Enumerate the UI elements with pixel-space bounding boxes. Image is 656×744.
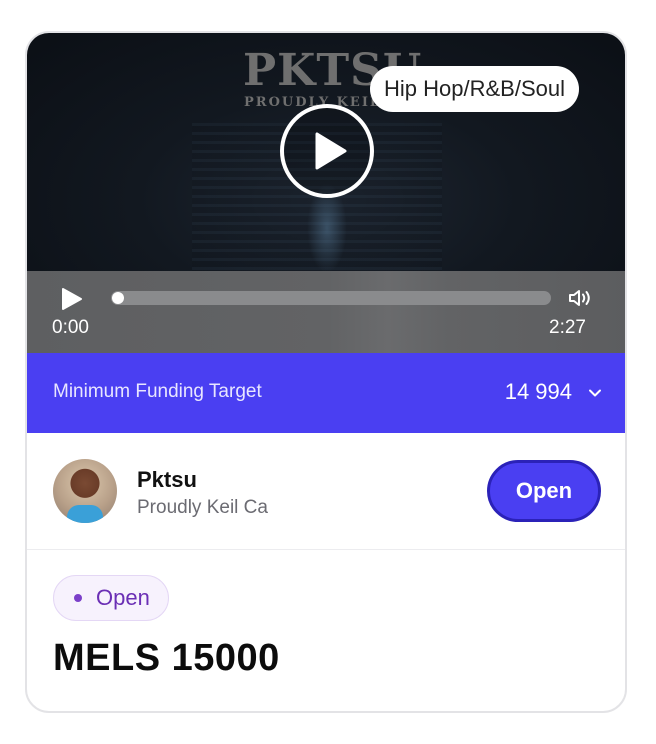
avatar-shirt — [67, 505, 103, 523]
artist-row: Pktsu Proudly Keil Ca Open — [27, 433, 625, 550]
open-button[interactable]: Open — [487, 460, 601, 522]
funding-label: Minimum Funding Target — [53, 381, 262, 402]
status-dot — [74, 594, 82, 602]
player-play-icon[interactable] — [61, 287, 83, 311]
funding-value: 14 994 — [504, 379, 572, 404]
status-badge: Open — [53, 575, 169, 621]
avatar — [53, 459, 117, 523]
campaign-amount: MELS 15000 — [53, 637, 280, 679]
genre-badge: Hip Hop/R&B/Soul — [370, 66, 579, 112]
album-cover: PKTSU PROUDLY KEIL Hip Hop/R&B/Soul — [27, 33, 625, 271]
chevron-down-icon — [589, 389, 601, 397]
seek-thumb[interactable] — [112, 292, 124, 304]
seek-bar[interactable] — [111, 291, 551, 305]
artist-subtitle: Proudly Keil Ca — [137, 497, 268, 518]
track-card: PKTSU PROUDLY KEIL Hip Hop/R&B/Soul 0:00… — [25, 31, 627, 713]
play-icon[interactable] — [279, 103, 375, 199]
volume-icon[interactable] — [567, 286, 593, 310]
audio-player: 0:00 2:27 — [27, 271, 625, 353]
artist-name: Pktsu — [137, 467, 197, 492]
status-text: Open — [96, 585, 150, 610]
funding-target-dropdown[interactable]: Minimum Funding Target 14 994 — [27, 353, 625, 433]
current-time: 0:00 — [52, 317, 89, 338]
duration: 2:27 — [549, 317, 586, 338]
